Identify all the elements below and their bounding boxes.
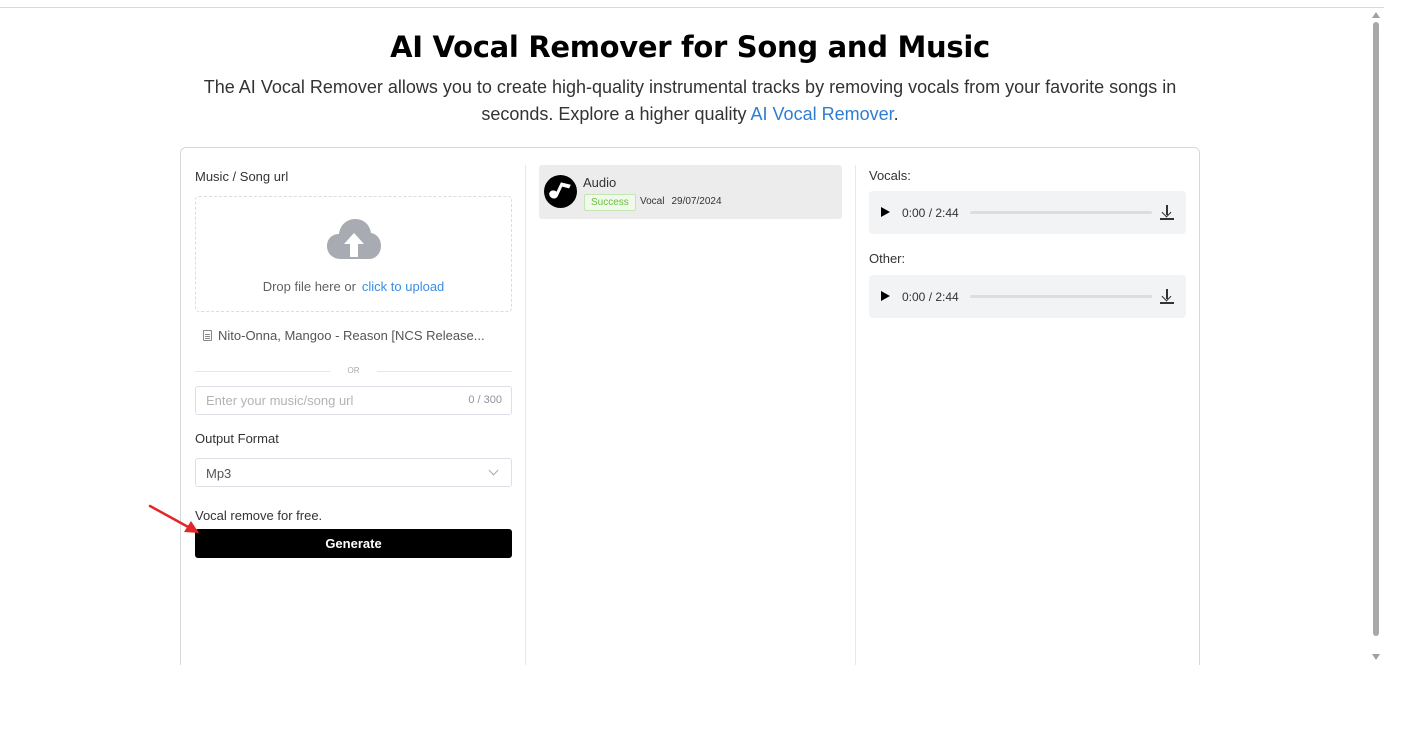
output-format-select[interactable]: Mp3 [195,458,512,487]
vocals-time: 0:00 / 2:44 [902,206,959,220]
history-item-title: Audio [583,175,617,190]
uploaded-file-item[interactable]: Nito-Onna, Mangoo - Reason [NCS Release.… [203,328,485,343]
other-audio-player[interactable]: 0:00 / 2:44 [869,275,1186,318]
vocals-progress-track[interactable] [970,211,1152,214]
upload-dropzone[interactable]: Drop file here or click to upload [195,196,512,312]
drop-hint: Drop file here or [262,279,356,294]
cloud-upload-icon [327,219,381,259]
top-divider [0,7,1384,8]
ai-vocal-remover-link[interactable]: AI Vocal Remover [751,104,894,124]
song-url-field[interactable]: 0 / 300 [195,386,512,415]
generate-button[interactable]: Generate [195,529,512,558]
scroll-down-icon[interactable] [1372,654,1380,660]
page-title: AI Vocal Remover for Song and Music [390,30,990,64]
output-format-label: Output Format [195,431,279,446]
other-progress-track[interactable] [970,295,1152,298]
free-text: Vocal remove for free. [195,508,323,523]
play-icon[interactable] [881,291,890,301]
history-item-meta: Vocal 29/07/2024 [640,196,722,207]
other-time: 0:00 / 2:44 [902,290,959,304]
or-divider: OR [195,366,512,375]
download-icon[interactable] [1160,288,1174,304]
column-divider [855,165,856,685]
uploaded-file-name: Nito-Onna, Mangoo - Reason [NCS Release.… [218,328,485,343]
vocals-audio-player[interactable]: 0:00 / 2:44 [869,191,1186,234]
song-url-input[interactable] [196,387,446,414]
history-item-date: 29/07/2024 [671,196,722,207]
scroll-thumb[interactable] [1373,22,1379,636]
page-scrollbar[interactable] [1370,8,1384,664]
status-badge: Success [584,194,636,211]
char-count: 0 / 300 [468,394,502,406]
red-arrow-icon [148,504,199,533]
history-item[interactable]: Audio Success Vocal 29/07/2024 [539,165,842,219]
output-format-value: Mp3 [206,466,232,481]
download-icon[interactable] [1160,204,1174,220]
drop-text: Drop file here or click to upload [196,279,511,294]
page-subtitle: The AI Vocal Remover allows you to creat… [195,74,1185,128]
document-icon [203,330,212,341]
play-icon[interactable] [881,207,890,217]
subtitle-end: . [893,104,899,124]
other-label: Other: [869,251,906,266]
column-divider [525,165,526,685]
music-note-icon [544,175,577,208]
page-bottom [0,665,1412,748]
url-label: Music / Song url [195,169,289,184]
chevron-down-icon [488,465,499,476]
history-item-type: Vocal [640,196,665,207]
subtitle-text: The AI Vocal Remover allows you to creat… [203,77,1177,124]
click-to-upload-link[interactable]: click to upload [362,279,444,294]
tool-card: Music / Song url Drop file here or click … [180,147,1200,687]
scroll-up-icon[interactable] [1372,12,1380,18]
vocals-label: Vocals: [869,168,911,183]
